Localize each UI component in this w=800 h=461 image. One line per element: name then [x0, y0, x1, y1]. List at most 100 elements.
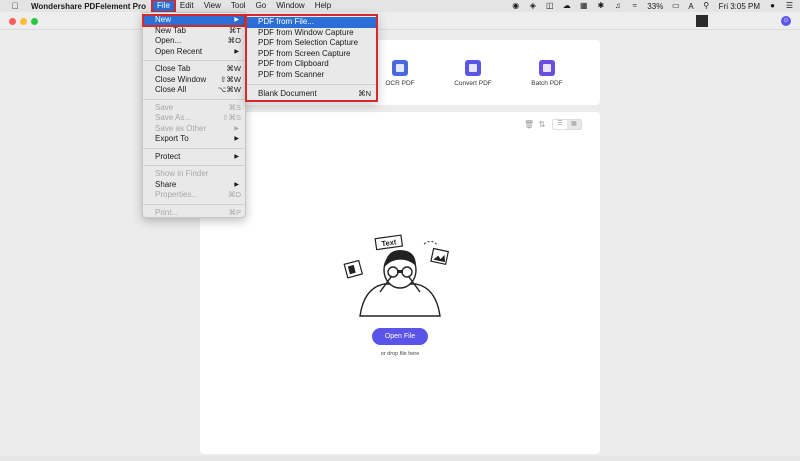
menu-view[interactable]: View — [199, 0, 226, 12]
new-pdf-from-file[interactable]: PDF from File... — [247, 17, 376, 28]
minimize-window-button[interactable] — [20, 18, 27, 25]
convert-icon — [465, 60, 481, 76]
shortcut: ⌘O — [227, 36, 241, 45]
grid-icon[interactable]: ▦ — [579, 2, 588, 10]
status-area: ◉ ◈ ◫ ☁ ▦ ✱ ♫ ≈ 33% ▭ A ⚲ Fri 3:05 PM ● … — [511, 0, 794, 12]
shortcut: ⌘T — [228, 25, 241, 35]
file-menu-export-to[interactable]: Export To ▶ — [143, 134, 245, 145]
file-menu-print-label: Print... — [155, 207, 179, 217]
file-menu-close-tab[interactable]: Close Tab ⌘W — [143, 64, 245, 75]
file-menu-new-label: New — [155, 15, 172, 24]
file-menu-open[interactable]: Open... ⌘O — [143, 36, 245, 47]
menu-separator — [143, 147, 245, 149]
grid-view-icon[interactable]: ▦ — [567, 120, 581, 129]
file-menu-new[interactable]: New ▶ — [142, 14, 246, 27]
file-menu-save-label: Save — [155, 102, 174, 112]
bluetooth-icon[interactable]: ✱ — [596, 2, 605, 10]
menu-separator — [143, 60, 245, 61]
file-menu-dropdown: New ▶ New Tab ⌘T Open... ⌘O Open Recent … — [142, 12, 246, 218]
blank-document-label: Blank Document — [258, 89, 317, 98]
battery-percent: 33% — [647, 1, 664, 11]
file-menu-open-recent-label: Open Recent — [155, 46, 203, 56]
file-menu-protect-label: Protect — [155, 151, 181, 161]
account-avatar-icon[interactable]: ☺ — [781, 16, 791, 26]
menu-go[interactable]: Go — [251, 0, 272, 12]
file-drop-zone[interactable]: 🗑 ⇅ ☰ ▦ Text Open File or drop file here — [200, 112, 600, 454]
new-submenu: PDF from File... PDF from Window Capture… — [245, 14, 378, 102]
submenu-arrow-icon: ▶ — [234, 181, 239, 188]
new-pdf-from-window-capture[interactable]: PDF from Window Capture — [247, 28, 376, 39]
file-menu-export-to-label: Export To — [155, 134, 189, 143]
open-file-button[interactable]: Open File — [372, 328, 428, 345]
file-menu-open-recent[interactable]: Open Recent ▶ — [143, 47, 245, 58]
menu-window[interactable]: Window — [271, 0, 309, 12]
file-menu-close-tab-label: Close Tab — [155, 64, 191, 73]
status-app-icon[interactable]: ◈ — [528, 2, 537, 10]
window-bottom-edge — [0, 456, 800, 461]
trash-icon[interactable]: 🗑 — [524, 120, 534, 129]
file-menu-show-in-finder: Show in Finder — [143, 169, 245, 180]
macos-menu-bar:  Wondershare PDFelement Pro File Edit V… — [0, 0, 800, 13]
submenu-arrow-icon: ▶ — [234, 17, 239, 23]
drop-hint: or drop file here — [380, 351, 420, 357]
new-pdf-from-screen-capture[interactable]: PDF from Screen Capture — [247, 49, 376, 60]
file-menu-protect[interactable]: Protect ▶ — [143, 152, 245, 163]
convert-pdf-label: Convert PDF — [454, 80, 492, 87]
ocr-pdf-label: OCR PDF — [385, 80, 415, 87]
batch-pdf-label: Batch PDF — [531, 80, 563, 87]
new-pdf-from-clipboard[interactable]: PDF from Clipboard — [247, 59, 376, 70]
close-window-button[interactable] — [9, 18, 16, 25]
menu-separator — [143, 165, 245, 166]
volume-icon[interactable]: ♫ — [613, 2, 622, 10]
ocr-icon — [392, 60, 408, 76]
menu-file[interactable]: File — [151, 0, 176, 13]
file-menu-close-window[interactable]: Close Window ⇧⌘W — [143, 75, 245, 86]
shield-icon[interactable]: ◫ — [545, 2, 554, 10]
file-menu-show-in-finder-label: Show in Finder — [155, 169, 209, 178]
shortcut: ⌘W — [226, 64, 241, 73]
wifi-icon[interactable]: ≈ — [630, 2, 639, 10]
file-menu-share-label: Share — [155, 179, 177, 189]
menu-help[interactable]: Help — [310, 0, 336, 12]
new-pdf-from-selection-capture[interactable]: PDF from Selection Capture — [247, 38, 376, 49]
ocr-pdf-tool[interactable]: OCR PDF — [370, 60, 430, 87]
file-menu-close-all-label: Close All — [155, 85, 187, 94]
clock[interactable]: Fri 3:05 PM — [719, 2, 760, 11]
menu-edit[interactable]: Edit — [175, 0, 199, 12]
cloud-icon[interactable]: ☁ — [562, 2, 571, 10]
menu-tool[interactable]: Tool — [226, 0, 251, 12]
window-title-bar: ☺ — [0, 12, 800, 30]
file-menu-new-tab-label: New Tab — [155, 25, 186, 35]
sort-icon[interactable]: ⇅ — [538, 120, 546, 129]
menu-separator — [143, 98, 245, 100]
search-icon[interactable]: ⚲ — [702, 2, 711, 10]
file-menu-new-tab[interactable]: New Tab ⌘T — [143, 26, 245, 37]
control-center-icon[interactable]: ☰ — [785, 2, 794, 10]
batch-pdf-tool[interactable]: Batch PDF — [517, 60, 577, 87]
file-menu-save-as-other-label: Save as Other — [155, 123, 207, 133]
convert-pdf-tool[interactable]: Convert PDF — [443, 60, 503, 87]
new-pdf-from-scanner[interactable]: PDF from Scanner — [247, 70, 376, 81]
apple-icon[interactable]:  — [9, 1, 21, 11]
submenu-arrow-icon: ▶ — [234, 136, 239, 142]
list-view-icon[interactable]: ☰ — [553, 120, 567, 129]
status-app-icon[interactable]: ◉ — [511, 2, 520, 10]
shortcut: ⌥⌘W — [217, 85, 241, 94]
user-icon[interactable]: ● — [768, 2, 777, 10]
new-blank-document[interactable]: Blank Document ⌘N — [247, 89, 376, 100]
file-menu-close-all[interactable]: Close All ⌥⌘W — [143, 85, 245, 96]
file-menu-properties-label: Properties... — [155, 190, 199, 199]
app-name-menu[interactable]: Wondershare PDFelement Pro — [31, 2, 146, 11]
submenu-arrow-icon: ▶ — [234, 48, 239, 55]
app-logo-icon[interactable] — [696, 15, 708, 27]
menu-separator — [247, 84, 376, 85]
file-menu-close-window-label: Close Window — [155, 74, 207, 84]
file-menu-share[interactable]: Share ▶ — [143, 180, 245, 191]
input-source-indicator[interactable]: A — [688, 2, 693, 11]
shortcut: ⌘S — [228, 102, 241, 112]
menu-separator — [143, 203, 245, 205]
battery-icon[interactable]: ▭ — [671, 2, 680, 10]
zoom-window-button[interactable] — [31, 18, 38, 25]
file-menu-print: Print... ⌘P — [143, 208, 245, 219]
file-menu-save-as-other: Save as Other ▶ — [143, 124, 245, 135]
